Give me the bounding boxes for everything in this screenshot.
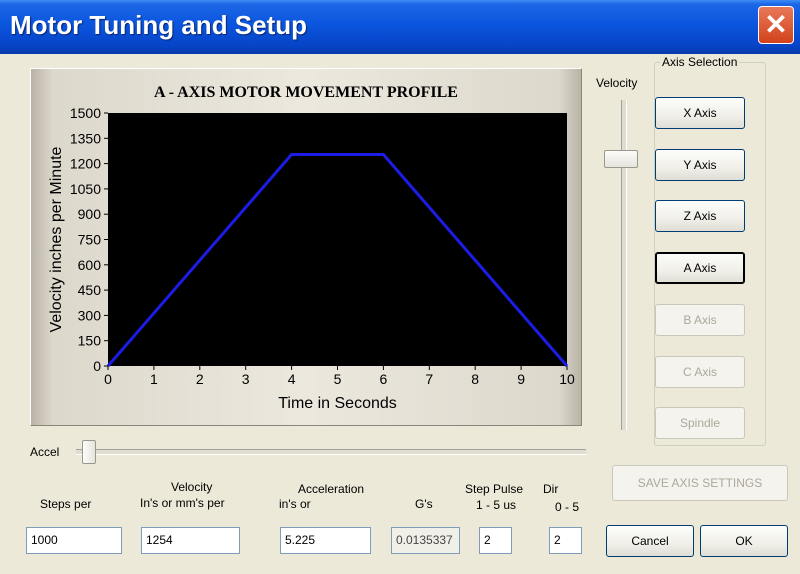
x-tick-label: 0: [104, 371, 112, 387]
c-axis-button[interactable]: C Axis: [655, 356, 745, 388]
gs-field: 0.0135337: [391, 527, 460, 554]
y-axis-label: Velocity inches per Minute: [48, 146, 65, 332]
y-tick-label: 450: [78, 282, 102, 298]
x-tick-label: 6: [380, 371, 388, 387]
x-tick-label: 10: [559, 371, 575, 387]
ok-button[interactable]: OK: [700, 525, 788, 557]
y-tick-label: 600: [78, 257, 102, 273]
a-axis-button[interactable]: A Axis: [655, 252, 745, 284]
z-axis-button[interactable]: Z Axis: [655, 200, 745, 232]
motor-profile-chart: A - AXIS MOTOR MOVEMENT PROFILE 0 150 300 45…: [30, 68, 582, 426]
x-axis-button[interactable]: X Axis: [655, 97, 745, 129]
axis-selection-title: Axis Selection: [660, 55, 740, 69]
dir-field[interactable]: 2: [549, 527, 582, 554]
motor-tuning-window: Motor Tuning and Setup ✕ A - AXIS MOTOR …: [0, 0, 800, 574]
gs-label: G's: [415, 497, 433, 511]
x-tick-label: 3: [242, 371, 250, 387]
spindle-button[interactable]: Spindle: [655, 407, 745, 439]
velocity-slider-label: Velocity: [596, 76, 638, 90]
y-tick-label: 1500: [70, 105, 101, 121]
x-tick-label: 5: [334, 371, 342, 387]
accel-slider-track[interactable]: [76, 449, 586, 455]
x-tick-label: 1: [150, 371, 158, 387]
accel-slider-thumb[interactable]: [82, 440, 96, 464]
y-tick-label: 300: [78, 307, 102, 323]
b-axis-button[interactable]: B Axis: [655, 304, 745, 336]
steps-per-field[interactable]: 1000: [26, 527, 122, 554]
save-axis-settings-button[interactable]: SAVE AXIS SETTINGS: [612, 465, 788, 501]
acceleration-label: Acceleration: [298, 482, 365, 496]
step-pulse-label: Step Pulse: [465, 482, 524, 496]
y-tick-label: 750: [78, 232, 102, 248]
accel-slider-label: Accel: [30, 445, 60, 459]
velocity-units-label: In's or mm's per: [140, 496, 225, 510]
x-tick-label: 2: [196, 371, 204, 387]
close-button[interactable]: ✕: [758, 6, 794, 44]
velocity-label: Velocity: [171, 480, 213, 494]
title-bar[interactable]: Motor Tuning and Setup ✕: [0, 0, 800, 54]
step-pulse-field[interactable]: 2: [479, 527, 512, 554]
y-tick-label: 900: [78, 206, 102, 222]
step-pulse-range-label: 1 - 5 us: [476, 498, 517, 512]
dir-label: Dir: [543, 482, 559, 496]
x-tick-label: 8: [471, 371, 479, 387]
window-title: Motor Tuning and Setup: [10, 10, 308, 40]
x-axis-label: Time in Seconds: [278, 395, 397, 412]
y-tick-label: 1050: [70, 181, 101, 197]
y-tick-label: 1350: [70, 130, 101, 146]
y-tick-label: 150: [78, 333, 102, 349]
velocity-slider-thumb[interactable]: [604, 150, 638, 168]
acceleration-field[interactable]: 5.225: [280, 527, 371, 554]
y-tick-label: 0: [93, 358, 101, 374]
x-tick-label: 4: [288, 371, 296, 387]
chart-svg: A - AXIS MOTOR MOVEMENT PROFILE015030045…: [48, 84, 575, 412]
chart-title: A - AXIS MOTOR MOVEMENT PROFILE: [154, 84, 458, 101]
x-tick-label: 7: [425, 371, 433, 387]
plot-area: [108, 113, 567, 366]
y-tick-label: 1200: [70, 156, 101, 172]
x-tick-label: 9: [517, 371, 525, 387]
cancel-button[interactable]: Cancel: [606, 525, 694, 557]
acceleration-units-label: in's or: [279, 497, 311, 511]
close-icon: ✕: [764, 9, 788, 40]
steps-per-label: Steps per: [40, 497, 92, 511]
y-axis-button[interactable]: Y Axis: [655, 149, 745, 181]
velocity-field[interactable]: 1254: [141, 527, 240, 554]
dir-range-label: 0 - 5: [555, 500, 580, 514]
